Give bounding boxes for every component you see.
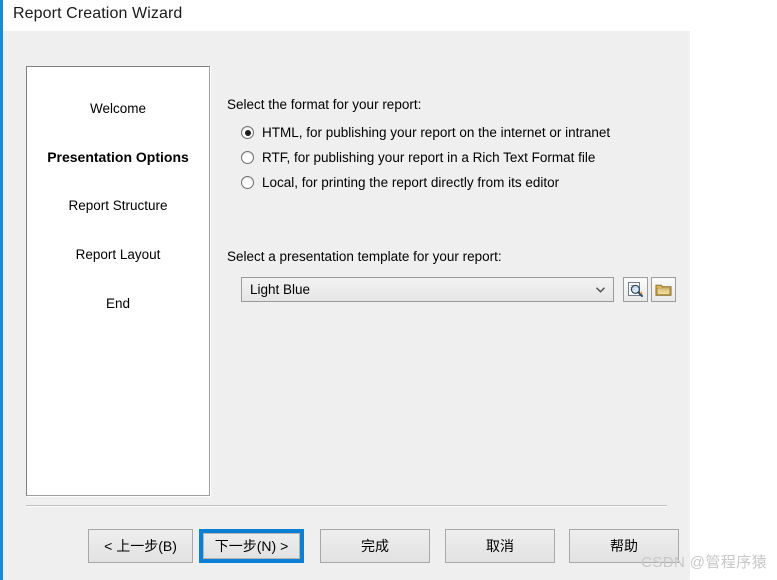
radio-option-local[interactable]: Local, for printing the report directly … [241,175,559,190]
help-button-label: 帮助 [610,538,638,554]
radio-label-local: Local, for printing the report directly … [262,175,560,190]
wizard-step-report-layout[interactable]: Report Layout [27,247,209,262]
content-area: Select the format for your report: HTML,… [225,59,676,499]
footer-button-bar: < 上一步(B) 下一步(N) > 完成 取消 帮助 [3,523,690,573]
radio-mark-rtf-icon [241,151,254,164]
template-select-value: Light Blue [250,282,311,297]
wizard-step-welcome[interactable]: Welcome [27,101,209,116]
next-button[interactable]: 下一步(N) > [199,529,304,563]
next-button-label: 下一步(N) > [214,538,289,554]
radio-label-rtf: RTF, for publishing your report in a Ric… [262,150,596,165]
cancel-button-label: 取消 [486,538,514,554]
radio-mark-local-icon [241,176,254,189]
radio-label-html: HTML, for publishing your report on the … [262,125,611,140]
wizard-step-report-structure[interactable]: Report Structure [27,198,209,213]
back-button-label: < 上一步(B) [104,538,177,554]
preview-template-button[interactable] [623,277,648,302]
title-bar: Report Creation Wizard [3,0,777,30]
radio-mark-html-icon [241,126,254,139]
finish-button-label: 完成 [361,538,389,554]
radio-option-rtf[interactable]: RTF, for publishing your report in a Ric… [241,150,595,165]
footer-separator [26,505,667,507]
window-title: Report Creation Wizard [13,5,183,22]
browse-template-button[interactable] [651,277,676,302]
wizard-step-end[interactable]: End [27,296,209,311]
radio-option-html[interactable]: HTML, for publishing your report on the … [241,125,610,140]
finish-button[interactable]: 完成 [320,529,430,563]
document-preview-icon [627,281,644,298]
cancel-button[interactable]: 取消 [445,529,555,563]
format-prompt-label: Select the format for your report: [227,97,422,112]
next-button-inner: 下一步(N) > [203,533,300,559]
back-button[interactable]: < 上一步(B) [88,529,193,563]
wizard-steps-panel: Welcome Presentation Options Report Stru… [26,66,210,496]
template-select[interactable]: Light Blue [241,277,614,302]
watermark: CSDN @管程序猿 [641,554,767,571]
chevron-down-icon [587,278,613,301]
wizard-window: Report Creation Wizard Welcome Presentat… [0,0,777,580]
dialog-body: Welcome Presentation Options Report Stru… [3,31,690,580]
template-prompt-label: Select a presentation template for your … [227,249,502,264]
wizard-step-presentation-options[interactable]: Presentation Options [27,149,209,165]
folder-open-icon [655,282,672,297]
